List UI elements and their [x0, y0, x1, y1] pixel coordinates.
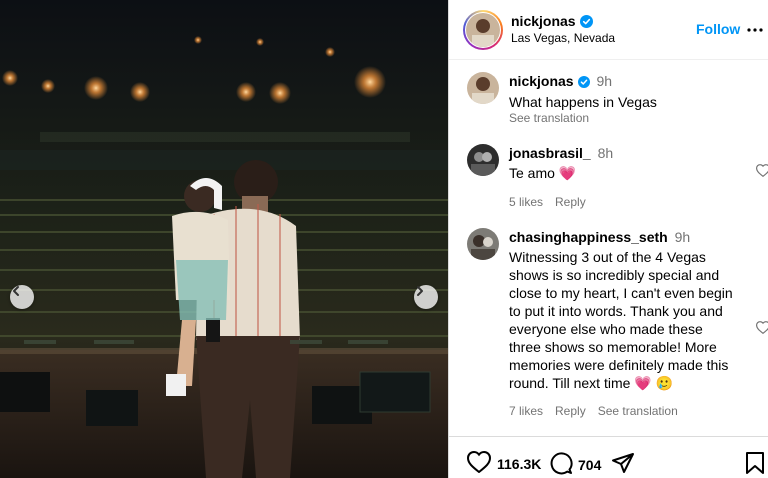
like-comment-heart-icon[interactable]	[755, 164, 768, 182]
see-translation-link[interactable]: See translation	[509, 111, 737, 125]
caption-time: 9h	[596, 73, 613, 89]
comment-likes-count[interactable]: 7 likes	[509, 404, 543, 418]
comment-avatar[interactable]	[467, 228, 499, 260]
post-action-bar: 116.3K 704	[449, 436, 768, 478]
post-photo	[0, 0, 448, 478]
comment-time: 9h	[674, 229, 691, 245]
heart-icon[interactable]	[466, 450, 492, 476]
reply-button[interactable]: Reply	[555, 195, 586, 209]
author-avatar[interactable]	[463, 10, 503, 50]
post-sidebar: nickjonas Las Vegas, Nevada Follow nickj…	[448, 0, 768, 478]
comment-time: 8h	[597, 145, 614, 161]
like-action: 116.3K	[466, 450, 541, 476]
more-options-icon[interactable]	[747, 22, 763, 43]
post-location[interactable]: Las Vegas, Nevada	[511, 31, 615, 45]
comment-username[interactable]: jonasbrasil_	[509, 145, 591, 161]
comment-text: Witnessing 3 out of the 4 Vegas shows is…	[509, 249, 733, 391]
comment-text: Te amo 💗	[509, 165, 577, 181]
bookmark-icon[interactable]	[745, 451, 765, 475]
comment-icon[interactable]	[549, 451, 573, 478]
post-header: nickjonas Las Vegas, Nevada Follow	[449, 0, 768, 60]
verified-badge-icon	[579, 15, 593, 31]
comment-avatar[interactable]	[467, 144, 499, 176]
reply-button[interactable]: Reply	[555, 404, 586, 418]
author-name-row: nickjonas	[511, 13, 593, 31]
likes-count[interactable]: 116.3K	[497, 456, 541, 472]
previous-photo-button[interactable]	[10, 285, 34, 309]
comment-username[interactable]: chasinghappiness_seth	[509, 229, 668, 245]
like-comment-heart-icon[interactable]	[755, 321, 768, 339]
author-username[interactable]: nickjonas	[511, 13, 576, 29]
next-photo-button[interactable]	[414, 285, 438, 309]
comment-action: 704	[549, 451, 601, 478]
comment-meta: 7 likes Reply See translation	[509, 402, 737, 420]
post-media[interactable]	[0, 0, 448, 478]
comment-meta: 5 likes Reply	[509, 193, 737, 211]
caption-text: What happens in Vegas	[509, 94, 657, 110]
comment-likes-count[interactable]: 5 likes	[509, 195, 543, 209]
verified-badge-icon	[577, 74, 590, 92]
caption-avatar[interactable]	[467, 72, 499, 104]
share-icon[interactable]	[611, 451, 635, 475]
follow-button[interactable]: Follow	[696, 21, 740, 37]
see-translation-link[interactable]: See translation	[598, 404, 678, 418]
caption-username[interactable]: nickjonas	[509, 73, 574, 89]
comments-count[interactable]: 704	[578, 457, 601, 473]
